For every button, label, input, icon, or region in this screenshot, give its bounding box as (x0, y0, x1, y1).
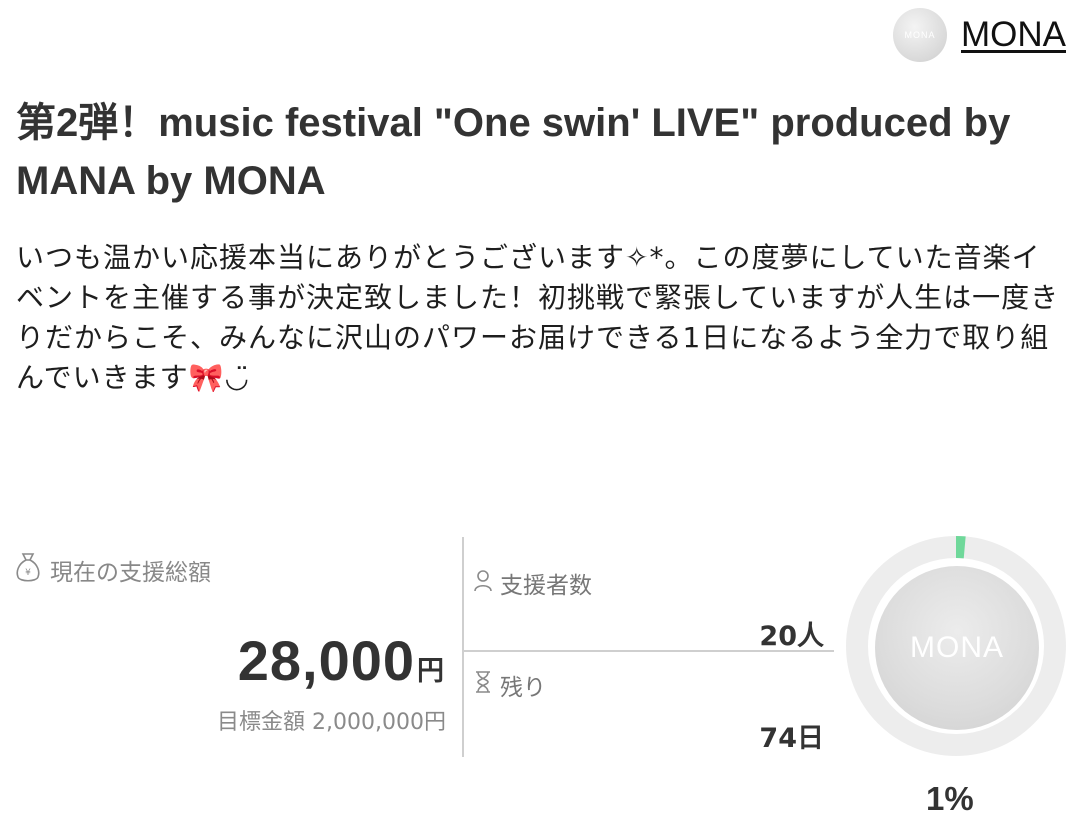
total-support-unit: 円 (417, 656, 444, 687)
hourglass-icon (472, 669, 494, 701)
remaining-label: 残り (472, 668, 546, 702)
supporters-count: 20人 (759, 621, 824, 652)
remaining-days: 74日 (759, 723, 824, 754)
total-support-amount: 28,000 円 (238, 628, 444, 693)
progress-ring-logo: MONA (875, 566, 1039, 730)
goal-amount: 目標金額 2,000,000円 (217, 710, 446, 735)
supporters-label: 支援者数 (472, 566, 592, 600)
remaining-label-text: 残り (500, 675, 546, 701)
owner-name-link[interactable]: MONA (961, 15, 1066, 55)
progress-percent: 1% (926, 780, 974, 817)
stats-divider-vertical (462, 537, 464, 757)
person-icon (472, 567, 494, 599)
supporters-label-text: 支援者数 (500, 573, 592, 599)
total-support-label-text: 現在の支援総額 (50, 560, 211, 586)
svg-text:¥: ¥ (25, 568, 31, 578)
money-bag-icon: ¥ (14, 550, 42, 590)
project-owner[interactable]: MONA MONA (893, 8, 1066, 62)
total-support-label: ¥ 現在の支援総額 (14, 550, 211, 590)
project-description: いつも温かい応援本当にありがとうございます✧*。この度夢にしていた音楽イベントを… (16, 241, 1060, 394)
owner-avatar[interactable]: MONA (893, 8, 947, 62)
project-title: 第2弾！music festival "One swin' LIVE" prod… (16, 101, 1011, 203)
total-support-number: 28,000 (237, 629, 415, 692)
